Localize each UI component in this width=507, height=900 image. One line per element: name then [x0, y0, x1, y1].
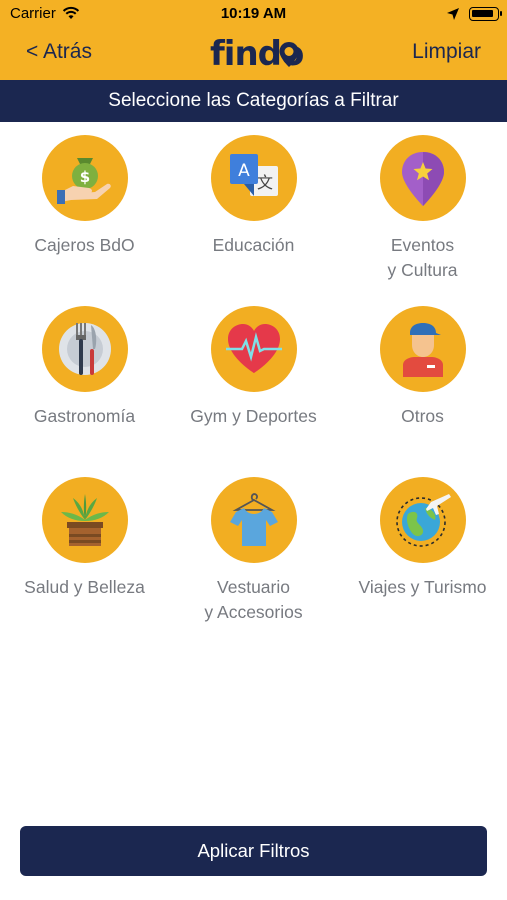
apply-filters-button[interactable]: Aplicar Filtros — [20, 826, 487, 876]
clear-button[interactable]: Limpiar — [412, 40, 481, 64]
battery-icon — [469, 7, 502, 21]
category-label: Eventos y Cultura — [387, 235, 458, 280]
category-salud[interactable]: Salud y Belleza — [0, 477, 169, 600]
category-label: Vestuario y Accesorios — [204, 577, 303, 622]
globe-plane-icon — [395, 494, 451, 547]
logo-pin-icon — [279, 42, 299, 67]
category-circle — [41, 477, 128, 563]
potted-plant-icon — [60, 494, 109, 546]
svg-text:文: 文 — [256, 173, 272, 192]
status-bar: Carrier 10:19 AM — [0, 0, 507, 28]
category-eventos[interactable]: Eventos y Cultura — [338, 135, 507, 283]
category-cajeros[interactable]: $ Cajeros BdO — [0, 135, 169, 258]
svg-text:$: $ — [79, 168, 89, 186]
heart-pulse-icon — [225, 324, 282, 373]
category-circle — [379, 306, 466, 392]
category-gym[interactable]: Gym y Deportes — [169, 306, 338, 429]
svg-text:A: A — [238, 161, 250, 181]
category-circle — [210, 477, 297, 563]
category-label: Viajes y Turismo — [358, 577, 487, 597]
map-pin-star-icon — [401, 152, 444, 206]
category-label: Cajeros BdO — [34, 235, 135, 255]
category-circle: 文 A — [210, 135, 297, 221]
category-gastronomia[interactable]: Gastronomía — [0, 306, 169, 429]
category-educacion[interactable]: 文 A Educación — [169, 135, 338, 258]
category-label: Gastronomía — [33, 406, 136, 426]
translate-icon: 文 A — [229, 154, 278, 196]
findo-logo: findo — [210, 34, 304, 74]
location-arrow-icon — [447, 8, 459, 20]
category-circle: $ — [41, 135, 128, 221]
plate-cutlery-icon — [58, 323, 111, 375]
category-label: Salud y Belleza — [24, 577, 145, 597]
money-hand-icon: $ — [56, 158, 111, 204]
top-bar: Carrier 10:19 AM < Atrás findo Limpiar — [0, 0, 507, 80]
filter-banner: Seleccione las Categorías a Filtrar — [0, 80, 507, 122]
back-button[interactable]: < Atrás — [26, 40, 92, 64]
shirt-hanger-icon — [229, 493, 278, 546]
category-viajes[interactable]: Viajes y Turismo — [338, 477, 507, 600]
delivery-person-icon — [402, 323, 443, 377]
navigation-bar: < Atrás findo Limpiar — [0, 28, 507, 80]
category-otros[interactable]: Otros — [338, 306, 507, 429]
category-circle — [41, 306, 128, 392]
category-circle — [379, 135, 466, 221]
category-label: Gym y Deportes — [190, 406, 317, 426]
clock: 10:19 AM — [220, 5, 287, 22]
category-label: Otros — [401, 406, 444, 426]
category-circle — [210, 306, 297, 392]
category-label: Educación — [212, 235, 295, 255]
category-vestuario[interactable]: Vestuario y Accesorios — [169, 477, 338, 625]
category-circle — [379, 477, 466, 563]
